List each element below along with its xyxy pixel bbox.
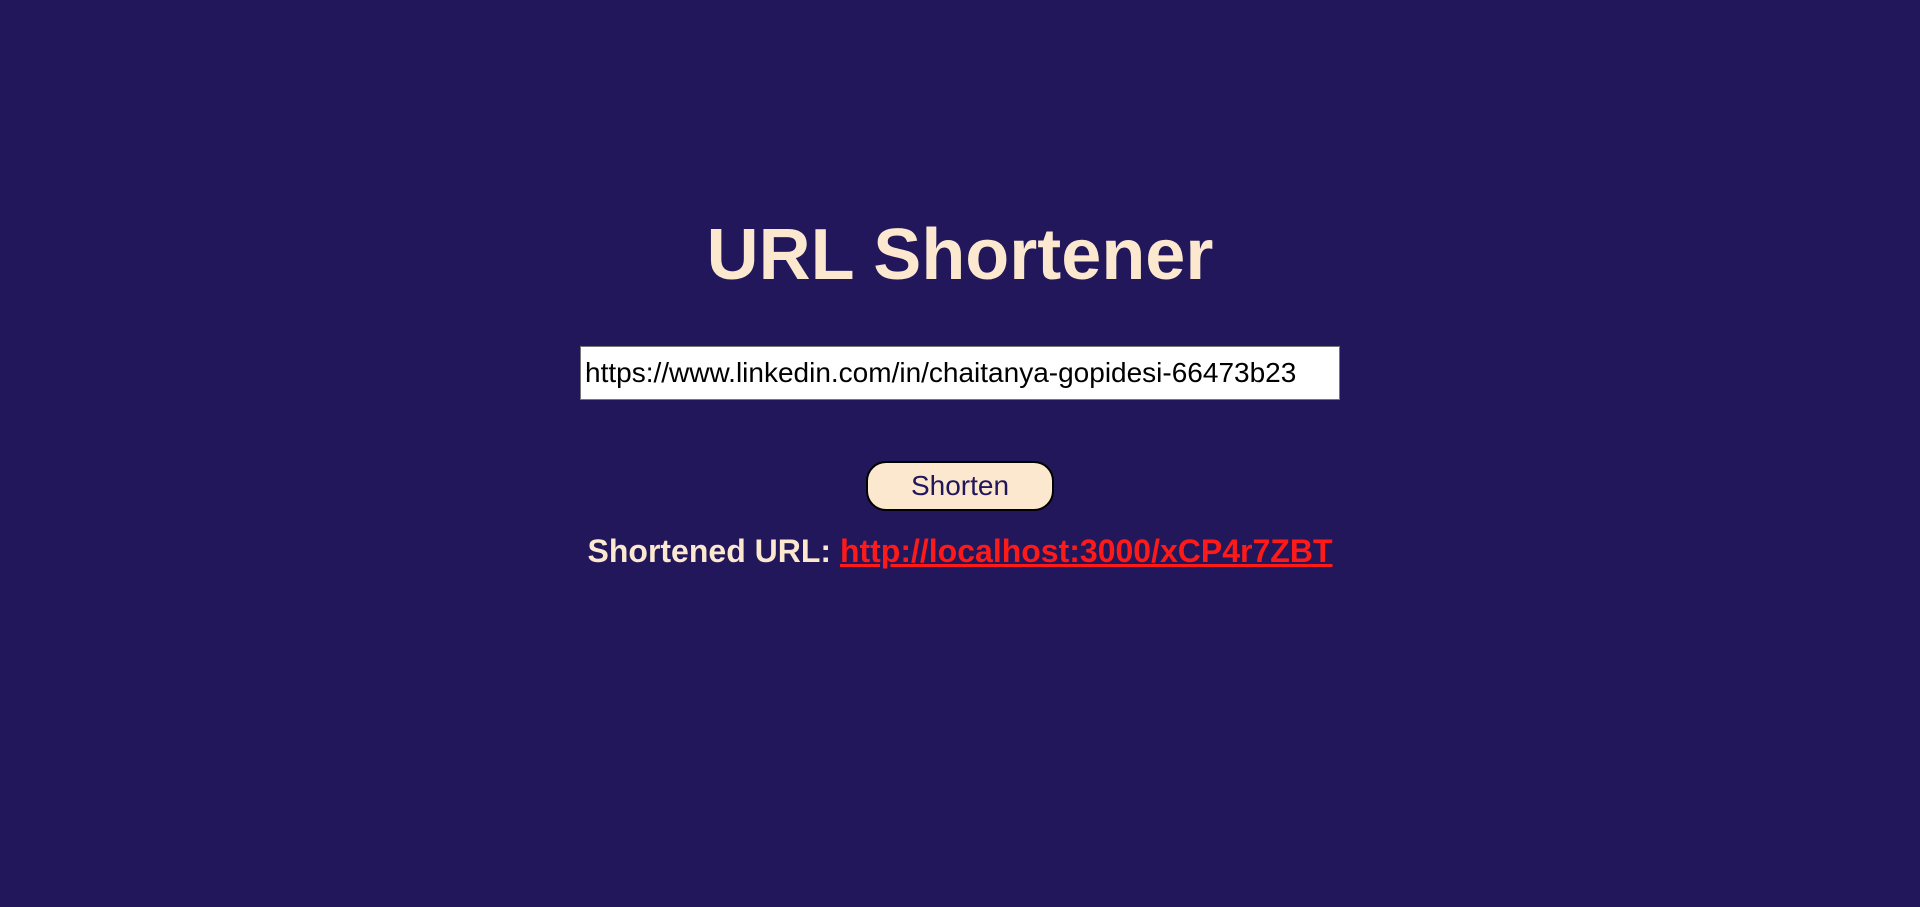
url-input[interactable]: [580, 346, 1340, 400]
shortened-url-link[interactable]: http://localhost:3000/xCP4r7ZBT: [840, 533, 1333, 569]
page: URL Shortener Shorten Shortened URL: htt…: [0, 0, 1920, 907]
shortened-url-label: Shortened URL:: [587, 533, 832, 569]
page-title: URL Shortener: [706, 215, 1214, 295]
shorten-button[interactable]: Shorten: [866, 461, 1054, 511]
shortened-url-row: Shortened URL: http://localhost:3000/xCP…: [0, 528, 1920, 574]
